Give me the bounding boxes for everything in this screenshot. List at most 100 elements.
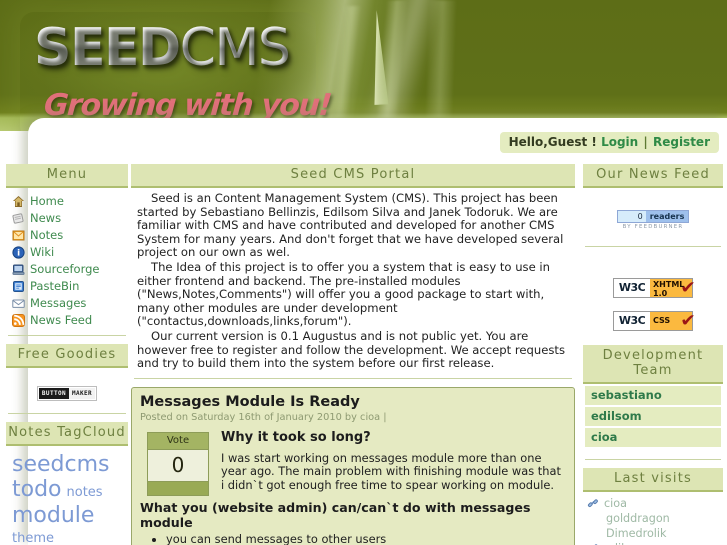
article-section-heading: What you (website admin) can/can`t do wi… bbox=[140, 499, 531, 530]
login-bar: Hello,Guest ! Login | Register bbox=[499, 132, 719, 153]
last-visits-box: Last visits cioa golddragon Dimedrolik e… bbox=[583, 468, 723, 545]
divider bbox=[585, 246, 721, 247]
sidebar-item-label: Notes bbox=[30, 228, 64, 242]
checkmark-icon: ✔ bbox=[680, 311, 696, 331]
sidebar-item-label: Home bbox=[30, 194, 64, 208]
visitor-name: cioa bbox=[604, 497, 627, 510]
button-maker-right-text: MAKER bbox=[69, 388, 96, 399]
divider bbox=[134, 377, 572, 379]
login-separator: | bbox=[643, 135, 648, 149]
sidebar-item-label: Wiki bbox=[30, 245, 55, 259]
sidebar-item-sourceforge[interactable]: Sourceforge bbox=[12, 261, 128, 278]
sidebar-item-messages[interactable]: Messages bbox=[12, 295, 128, 312]
dev-team-box: Development Team sebastiano edilsom cioa bbox=[583, 345, 723, 460]
sidebar-item-news-feed[interactable]: News Feed bbox=[12, 312, 128, 329]
page-root: SEEDCMS Growing with you! Hello,Guest ! … bbox=[0, 0, 727, 545]
feedburner-attribution: BY FEEDBURNER bbox=[622, 224, 684, 230]
login-link[interactable]: Login bbox=[601, 135, 638, 149]
sidebar-item-label: PasteBin bbox=[30, 279, 80, 293]
article-bullet-list: you can send messages to other users you… bbox=[140, 532, 566, 545]
button-maker-left-text: BUTTON bbox=[38, 388, 69, 399]
info-icon bbox=[12, 246, 25, 259]
greeting-text: Hello,Guest ! bbox=[508, 135, 597, 149]
news-feed-title: Our News Feed bbox=[583, 164, 723, 188]
intro-paragraph: Seed is an Content Management System (CM… bbox=[137, 191, 564, 260]
divider bbox=[8, 335, 126, 336]
tag-item[interactable]: todo bbox=[12, 477, 62, 502]
sidebar-item-home[interactable]: Home bbox=[12, 193, 128, 210]
sidebar-item-notes[interactable]: Notes bbox=[12, 227, 128, 244]
page-title: Seed CMS Portal bbox=[131, 164, 575, 188]
w3c-css-badge[interactable]: W3C CSS ✔ bbox=[613, 311, 696, 331]
tag-item[interactable]: module bbox=[12, 503, 94, 528]
site-logo[interactable]: SEEDCMS bbox=[34, 22, 291, 74]
notes-icon bbox=[12, 229, 25, 242]
w3c-logo-text: W3C bbox=[614, 279, 650, 297]
goodies-box: Free Goodies BUTTON MAKER bbox=[6, 344, 128, 414]
sidebar-item-pastebin[interactable]: PasteBin bbox=[12, 278, 128, 295]
dev-team-title: Development Team bbox=[583, 345, 723, 384]
dev-team-member[interactable]: cioa bbox=[585, 428, 721, 447]
visitor-name: golddragon bbox=[606, 512, 670, 525]
logo-bold-text: SEED bbox=[34, 18, 181, 78]
divider bbox=[585, 459, 721, 460]
left-sidebar: Menu Home News Notes Wiki Sourceforge Pa… bbox=[6, 164, 128, 545]
article-card: Messages Module Is Ready Posted on Satur… bbox=[131, 386, 575, 545]
goodies-title: Free Goodies bbox=[6, 344, 128, 368]
home-icon bbox=[12, 195, 25, 208]
register-link[interactable]: Register bbox=[653, 135, 710, 149]
pastebin-icon bbox=[12, 280, 25, 293]
intro-text: Seed is an Content Management System (CM… bbox=[131, 188, 575, 371]
vote-count: 0 bbox=[148, 448, 208, 482]
user-link-icon bbox=[587, 497, 600, 510]
sidebar-item-label: News bbox=[30, 211, 62, 225]
w3c-xhtml-badge[interactable]: W3C XHTML 1.0 ✔ bbox=[613, 278, 696, 298]
menu-title: Menu bbox=[6, 164, 128, 188]
sidebar-item-news[interactable]: News bbox=[12, 210, 128, 227]
tag-item[interactable]: seedcms bbox=[12, 452, 110, 477]
tagcloud-list: seedcmstodonotesmodulethemeultrasmoothli… bbox=[6, 446, 128, 545]
tag-item[interactable]: theme bbox=[12, 531, 54, 545]
list-item[interactable]: cioa bbox=[587, 496, 723, 511]
dev-team-member[interactable]: edilsom bbox=[585, 407, 721, 426]
validation-badges: W3C XHTML 1.0 ✔ W3C CSS ✔ bbox=[583, 255, 723, 345]
tagcloud-box: Notes TagCloud seedcmstodo notes module the… bbox=[6, 422, 128, 545]
button-maker-badge[interactable]: BUTTON MAKER bbox=[36, 386, 98, 401]
logo-light-text: CMS bbox=[179, 18, 291, 78]
dev-team-member[interactable]: sebastiano bbox=[585, 386, 721, 405]
news-feed-box: Our News Feed 0 readers BY FEEDBURNER bbox=[583, 164, 723, 247]
badge-line-2: 1.0 bbox=[653, 289, 668, 298]
menu-box: Menu Home News Notes Wiki Sourceforge Pa… bbox=[6, 164, 128, 336]
article-title[interactable]: Messages Module Is Ready bbox=[140, 394, 566, 411]
sidebar-item-wiki[interactable]: Wiki bbox=[12, 244, 128, 261]
intro-paragraph: The Idea of this project is to offer you… bbox=[137, 259, 550, 329]
divider bbox=[8, 413, 126, 414]
computer-icon bbox=[12, 263, 25, 276]
tagcloud-title: Notes TagCloud bbox=[6, 422, 128, 446]
news-feed-body: 0 readers BY FEEDBURNER bbox=[583, 188, 723, 240]
feedburner-badge[interactable]: 0 readers bbox=[616, 210, 690, 223]
feed-reader-count: 0 bbox=[617, 211, 646, 222]
list-item: you can send messages to other users bbox=[166, 532, 566, 545]
article-meta: Posted on Saturday 16th of January 2010 … bbox=[140, 411, 387, 423]
feed-readers-label: readers bbox=[649, 212, 685, 221]
list-item[interactable]: Dimedrolik bbox=[587, 526, 723, 541]
w3c-logo-text: W3C bbox=[614, 312, 650, 330]
last-visits-list: cioa golddragon Dimedrolik edilsom lyman… bbox=[583, 496, 723, 545]
right-sidebar: Our News Feed 0 readers BY FEEDBURNER W3C… bbox=[583, 164, 723, 545]
sidebar-item-label: Messages bbox=[30, 296, 87, 310]
checkmark-icon: ✔ bbox=[680, 278, 696, 298]
site-banner: SEEDCMS Growing with you! bbox=[0, 0, 727, 131]
tag-item[interactable]: notes bbox=[67, 485, 103, 501]
news-icon bbox=[12, 212, 25, 225]
vote-box[interactable]: Vote 0 bbox=[147, 431, 209, 496]
sidebar-item-label: News Feed bbox=[30, 313, 93, 327]
sidebar-item-label: Sourceforge bbox=[30, 262, 100, 276]
goodies-body: BUTTON MAKER bbox=[6, 368, 128, 407]
visitor-name: edilsom bbox=[604, 541, 648, 545]
rss-icon bbox=[12, 314, 25, 327]
list-item[interactable]: edilsom bbox=[587, 541, 723, 545]
dev-team-list: sebastiano edilsom cioa bbox=[583, 384, 723, 453]
visitor-name: Dimedrolik bbox=[606, 527, 667, 540]
list-item[interactable]: golddragon bbox=[587, 511, 723, 526]
